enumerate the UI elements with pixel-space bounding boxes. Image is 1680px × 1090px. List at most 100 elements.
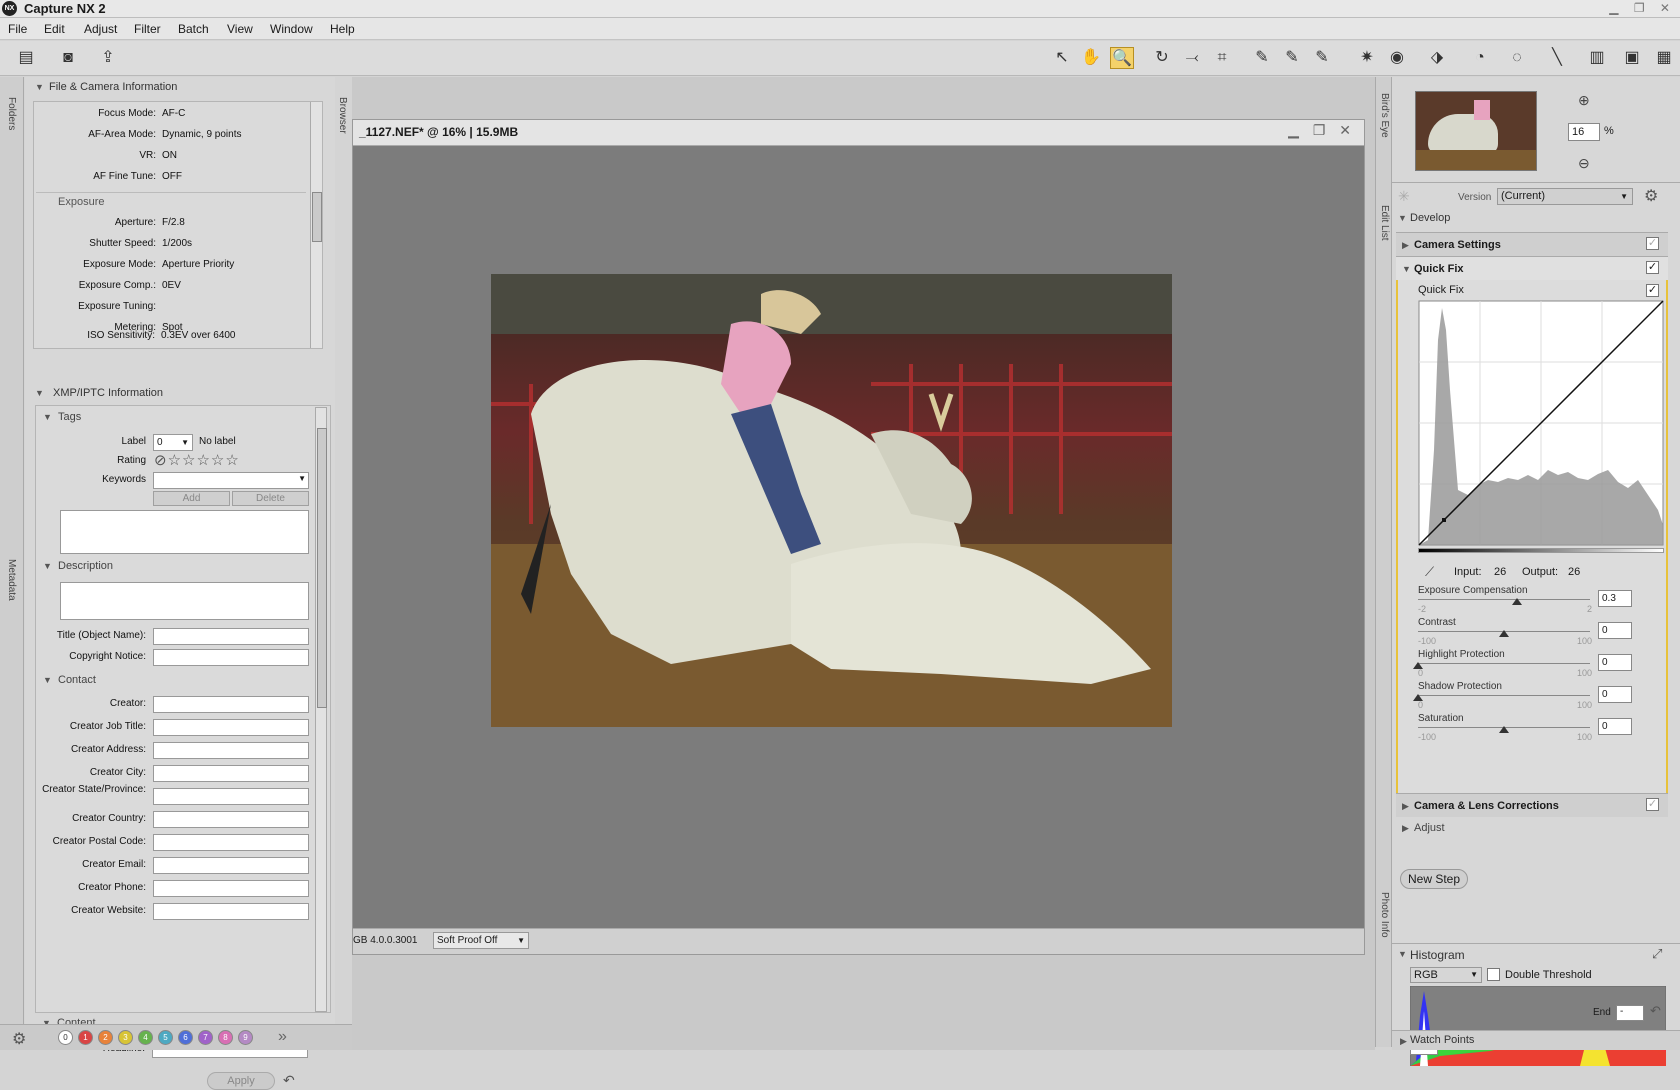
- zoom-tool-icon[interactable]: 🔍: [1110, 47, 1134, 69]
- add-keyword-button[interactable]: Add: [153, 491, 230, 506]
- new-step-button[interactable]: New Step: [1400, 869, 1468, 889]
- curve-eyedropper-icon[interactable]: ⟋: [1425, 564, 1434, 580]
- double-threshold-checkbox[interactable]: [1487, 968, 1500, 981]
- brush-icon[interactable]: ╲: [1545, 47, 1569, 69]
- label-filter-8[interactable]: 8: [218, 1030, 233, 1045]
- contact-field-input[interactable]: [153, 857, 309, 874]
- slider-thumb[interactable]: [1511, 598, 1522, 605]
- label-filter-3[interactable]: 3: [118, 1030, 133, 1045]
- contact-field-input[interactable]: [153, 834, 309, 851]
- menu-edit[interactable]: Edit: [44, 22, 65, 36]
- label-filter-1[interactable]: 1: [78, 1030, 93, 1045]
- rating-stars[interactable]: ⊘☆☆☆☆☆: [154, 451, 240, 469]
- contact-field-input[interactable]: [153, 811, 309, 828]
- output-icon[interactable]: ⇪: [96, 47, 120, 69]
- birds-eye-tab[interactable]: Bird's Eye: [1379, 93, 1390, 138]
- copyright-input[interactable]: [153, 649, 309, 666]
- contact-field-input[interactable]: [153, 880, 309, 897]
- zoom-input[interactable]: 16: [1568, 123, 1600, 141]
- menu-file[interactable]: File: [8, 22, 27, 36]
- expand-chevron-icon[interactable]: »: [278, 1028, 287, 1046]
- label-select[interactable]: 0 ▼: [153, 434, 193, 451]
- contact-header[interactable]: Contact: [58, 674, 96, 686]
- quick-fix-sub-checkbox[interactable]: ✓: [1646, 284, 1659, 297]
- contact-field-input[interactable]: [153, 742, 309, 759]
- lasso-icon[interactable]: ◌: [1505, 47, 1529, 69]
- develop-header[interactable]: Develop: [1410, 212, 1450, 224]
- contact-field-input[interactable]: [153, 788, 309, 805]
- window-controls[interactable]: ▁ ❐ ✕: [1609, 0, 1676, 17]
- label-filter-4[interactable]: 4: [138, 1030, 153, 1045]
- red-eye-icon[interactable]: ✷: [1355, 47, 1379, 69]
- version-select[interactable]: (Current) ▼: [1497, 188, 1633, 205]
- photo-info-tab[interactable]: Photo Info: [1379, 892, 1390, 938]
- tags-header[interactable]: Tags: [58, 411, 81, 423]
- slider-value-input[interactable]: 0: [1598, 718, 1632, 735]
- title-input[interactable]: [153, 628, 309, 645]
- menu-batch[interactable]: Batch: [178, 22, 209, 36]
- eyedropper-white-icon[interactable]: ✎: [1310, 47, 1334, 69]
- selection-icon[interactable]: ▦: [1652, 47, 1676, 69]
- menu-filter[interactable]: Filter: [134, 22, 161, 36]
- eye-icon[interactable]: ◉: [1385, 47, 1409, 69]
- info-scrollbar[interactable]: [310, 102, 322, 348]
- tag-icon[interactable]: ⬗: [1425, 47, 1449, 69]
- metadata-tab[interactable]: Metadata: [6, 559, 17, 601]
- edit-list-tab[interactable]: Edit List: [1379, 205, 1390, 241]
- contact-field-input[interactable]: [153, 765, 309, 782]
- slider-thumb[interactable]: [1499, 630, 1509, 637]
- histogram-header[interactable]: Histogram: [1410, 948, 1465, 962]
- revert-icon[interactable]: ↶: [283, 1072, 295, 1089]
- camera-lens-checkbox[interactable]: ✓: [1646, 798, 1659, 811]
- apply-button[interactable]: Apply: [207, 1072, 275, 1090]
- zoom-in-icon[interactable]: ⊕: [1578, 92, 1590, 109]
- menu-view[interactable]: View: [227, 22, 253, 36]
- label-filter-6[interactable]: 6: [178, 1030, 193, 1045]
- edit-list-gear-icon[interactable]: ⚙: [1644, 186, 1658, 206]
- label-filter-0[interactable]: 0: [58, 1030, 73, 1045]
- watch-points-header[interactable]: ▶ Watch Points: [1392, 1030, 1680, 1050]
- zoom-out-icon[interactable]: ⊖: [1578, 155, 1590, 172]
- label-filter-9[interactable]: 9: [238, 1030, 253, 1045]
- soft-proof-select[interactable]: Soft Proof Off ▼: [433, 932, 529, 949]
- fill-icon[interactable]: ▣: [1620, 47, 1644, 69]
- contact-field-input[interactable]: [153, 903, 309, 920]
- description-header[interactable]: Description: [58, 560, 113, 572]
- end-input[interactable]: -: [1616, 1005, 1644, 1021]
- folders-tab[interactable]: Folders: [6, 97, 17, 130]
- hand-tool-icon[interactable]: ✋: [1079, 47, 1103, 69]
- quick-fix-step[interactable]: Quick Fix: [1396, 256, 1668, 280]
- camera-icon[interactable]: ◙: [56, 47, 80, 69]
- straighten-icon[interactable]: ⤙: [1180, 47, 1204, 69]
- camera-settings-checkbox[interactable]: ✓: [1646, 237, 1659, 250]
- description-input[interactable]: [60, 582, 309, 620]
- quick-fix-checkbox[interactable]: ✓: [1646, 261, 1659, 274]
- arrow-tool-icon[interactable]: ↖: [1050, 47, 1074, 69]
- curve-histogram[interactable]: [1418, 300, 1664, 546]
- eyedropper-black-icon[interactable]: ✎: [1250, 47, 1274, 69]
- slider-track[interactable]: [1418, 663, 1590, 664]
- histogram-options-icon[interactable]: ⤢: [1652, 946, 1662, 962]
- gradient-icon[interactable]: ▥: [1585, 47, 1609, 69]
- menu-help[interactable]: Help: [330, 22, 355, 36]
- slider-track[interactable]: [1418, 599, 1590, 600]
- label-filter-2[interactable]: 2: [98, 1030, 113, 1045]
- contact-field-input[interactable]: [153, 696, 309, 713]
- image-window-controls[interactable]: ▁ ❐ ✕: [1288, 122, 1356, 139]
- slider-value-input[interactable]: 0: [1598, 654, 1632, 671]
- menu-window[interactable]: Window: [270, 22, 313, 36]
- file-camera-info-header[interactable]: File & Camera Information: [31, 77, 177, 97]
- slider-value-input[interactable]: 0.3: [1598, 590, 1632, 607]
- label-filter-7[interactable]: 7: [198, 1030, 213, 1045]
- workspace-icon[interactable]: ▤: [14, 47, 38, 69]
- slider-thumb[interactable]: [1499, 726, 1509, 733]
- slider-value-input[interactable]: 0: [1598, 686, 1632, 703]
- contact-field-input[interactable]: [153, 719, 309, 736]
- control-point-icon[interactable]: ◔: [1468, 47, 1492, 69]
- xmp-scrollbar[interactable]: [315, 407, 327, 1012]
- slider-value-input[interactable]: 0: [1598, 622, 1632, 639]
- histogram-reset-icon[interactable]: ↶: [1650, 1003, 1661, 1019]
- crop-icon[interactable]: ⌗: [1210, 47, 1234, 69]
- xmp-iptc-header[interactable]: XMP/IPTC Information: [35, 383, 163, 403]
- slider-track[interactable]: [1418, 695, 1590, 696]
